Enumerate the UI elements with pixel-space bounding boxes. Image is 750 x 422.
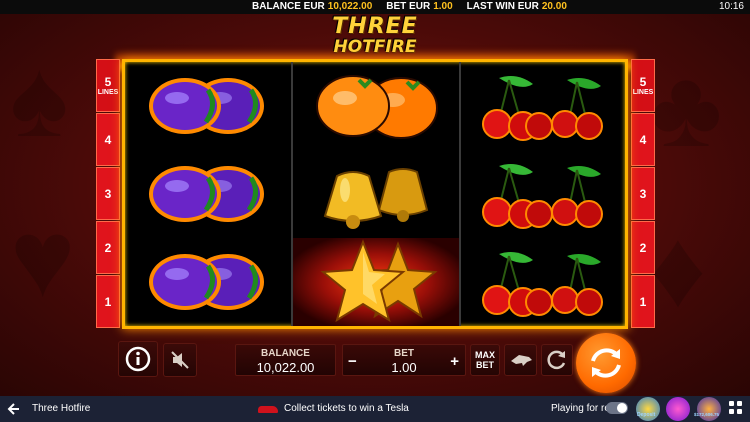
line-tab-5[interactable]: 5 LINES	[631, 59, 655, 112]
reel-2	[293, 62, 459, 326]
reel-3	[461, 62, 627, 326]
heart-decoration-icon: ♥	[10, 197, 76, 320]
line-number: 4	[639, 132, 647, 147]
line-tab-4[interactable]: 4	[96, 113, 120, 166]
line-number: 5	[639, 75, 647, 89]
line-number: 1	[639, 294, 647, 309]
line-tab-3[interactable]: 3	[96, 167, 120, 220]
line-sub-label: LINES	[97, 89, 119, 96]
balance-panel: BALANCE 10,022.00	[235, 344, 336, 376]
mute-icon	[171, 351, 189, 369]
info-button[interactable]	[118, 341, 158, 377]
control-bar: BALANCE 10,022.00 − BET 1.00 + MAX BET	[0, 333, 750, 393]
back-arrow-icon[interactable]	[6, 401, 22, 417]
bonus-badge-label: Deposit	[637, 412, 656, 418]
turbo-button[interactable]	[504, 344, 537, 376]
logo-line2: HOTFIRE	[333, 37, 417, 57]
bet-label: BET EUR	[386, 1, 431, 12]
line-tab-3[interactable]: 3	[631, 167, 655, 220]
spin-button[interactable]	[576, 333, 636, 393]
line-number: 3	[104, 186, 112, 201]
last-win-stat: LAST WIN EUR 20.00	[467, 0, 567, 14]
symbol-cherry	[461, 62, 627, 150]
bet-value: 1.00	[433, 1, 453, 12]
bonus-badge[interactable]: Deposit	[636, 397, 660, 421]
balance-value: 10,022.00	[327, 1, 373, 12]
last-win-label: LAST WIN EUR	[466, 1, 539, 12]
real-play-toggle[interactable]	[606, 402, 628, 414]
car-icon	[258, 405, 278, 413]
game-logo: THREE HOTFIRE	[295, 16, 455, 60]
max-bet-line1: MAX	[475, 350, 495, 360]
feature-badge[interactable]	[666, 397, 690, 421]
info-icon	[125, 346, 151, 372]
line-tab-4[interactable]: 4	[631, 113, 655, 166]
symbol-plum	[125, 150, 291, 238]
line-number: 3	[639, 186, 647, 201]
clock: 10:16	[718, 1, 744, 12]
bet-stat: BET EUR 1.00	[386, 0, 452, 14]
jackpot-amount: $172,606.75	[694, 412, 720, 417]
promo-text: Collect tickets to win a Tesla	[284, 403, 409, 414]
reel-1	[125, 62, 291, 326]
promo-banner[interactable]: Collect tickets to win a Tesla	[258, 403, 409, 414]
logo-line1: THREE	[332, 14, 418, 39]
line-number: 2	[104, 240, 112, 255]
bet-decrease-button[interactable]: −	[348, 353, 357, 370]
autoplay-button[interactable]	[541, 344, 573, 376]
turbo-icon	[510, 355, 532, 366]
diamond-decoration-icon: ♦	[650, 207, 707, 330]
symbol-plum	[125, 62, 291, 150]
last-win-value: 20.00	[541, 1, 567, 12]
jackpot-badge[interactable]: $172,606.75	[694, 397, 721, 421]
line-number: 5	[104, 75, 112, 89]
line-number: 1	[104, 294, 112, 309]
max-bet-button[interactable]: MAX BET	[470, 344, 500, 376]
bottom-bar: Three Hotfire Collect tickets to win a T…	[0, 396, 750, 422]
line-indicators-right: 5 LINES 4 3 2 1	[631, 59, 655, 329]
menu-grid-icon[interactable]	[729, 401, 743, 415]
bet-amount: 1.00	[391, 360, 417, 375]
line-number: 2	[639, 240, 647, 255]
balance-amount: 10,022.00	[256, 360, 315, 375]
bet-increase-button[interactable]: +	[450, 353, 459, 370]
line-tab-1[interactable]: 1	[631, 275, 655, 328]
sound-button[interactable]	[163, 343, 197, 377]
autoplay-icon	[547, 350, 566, 370]
line-sub-label: LINES	[632, 89, 654, 96]
balance-stat: BALANCE EUR 10,022.00	[252, 0, 372, 14]
line-tab-5[interactable]: 5 LINES	[96, 59, 120, 112]
balance-label: BALANCE EUR	[252, 1, 325, 12]
game-name: Three Hotfire	[32, 403, 91, 414]
line-tab-2[interactable]: 2	[96, 221, 120, 274]
bet-title: BET	[394, 348, 414, 359]
club-decoration-icon: ♣	[650, 47, 723, 170]
symbol-bell	[293, 150, 459, 238]
status-bar: BALANCE EUR 10,022.00 BET EUR 1.00 LAST WI…	[0, 0, 750, 14]
symbol-star	[293, 238, 459, 326]
reels-frame	[122, 59, 628, 329]
max-bet-line2: BET	[476, 360, 494, 370]
spade-decoration-icon: ♠	[10, 37, 69, 160]
line-indicators-left: 5 LINES 4 3 2 1	[96, 59, 120, 329]
line-tab-2[interactable]: 2	[631, 221, 655, 274]
symbol-plum	[125, 238, 291, 326]
line-number: 4	[104, 132, 112, 147]
symbol-cherry	[461, 150, 627, 238]
spin-icon	[591, 348, 621, 378]
bet-panel: − BET 1.00 +	[342, 344, 466, 376]
line-tab-1[interactable]: 1	[96, 275, 120, 328]
account-stats: BALANCE EUR 10,022.00 BET EUR 1.00 LAST WI…	[252, 0, 567, 14]
symbol-orange	[293, 62, 459, 150]
balance-title: BALANCE	[261, 348, 310, 359]
symbol-cherry	[461, 238, 627, 326]
